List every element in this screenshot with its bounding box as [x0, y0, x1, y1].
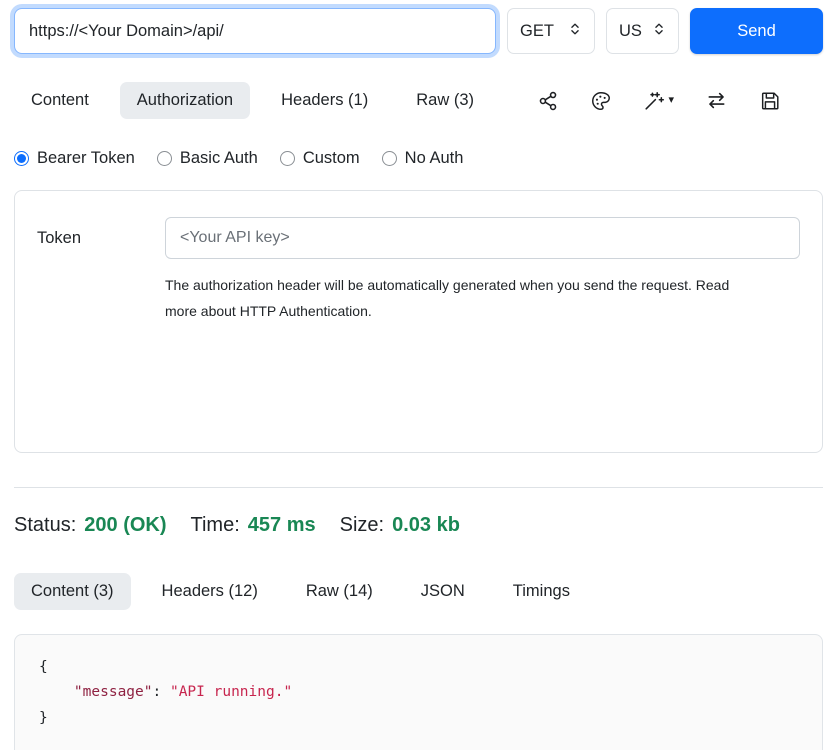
response-tabs: Content (3) Headers (12) Raw (14) JSON T… [14, 573, 823, 610]
time-label: Time: [191, 514, 240, 537]
token-label: Token [37, 229, 165, 248]
status-label: Status: [14, 514, 76, 537]
chevron-expand-icon [652, 22, 666, 41]
response-body: { "message": "API running." } [14, 634, 823, 750]
send-button[interactable]: Send [690, 8, 823, 54]
auth-type-options: Bearer Token Basic Auth Custom No Auth [14, 149, 823, 168]
request-tab-authorization[interactable]: Authorization [120, 82, 250, 119]
request-toolbar: ▾ [537, 89, 823, 112]
json-open-brace: { [39, 659, 48, 675]
url-input[interactable] [14, 8, 496, 54]
method-select[interactable]: GET [507, 8, 595, 54]
auth-option-label: Bearer Token [37, 149, 135, 168]
auth-option-label: Custom [303, 149, 360, 168]
method-select-value: GET [520, 22, 554, 41]
auth-panel: Token The authorization header will be a… [14, 190, 823, 453]
auth-option-bearer-token[interactable]: Bearer Token [14, 149, 135, 168]
auth-help-text: The authorization header will be automat… [165, 273, 765, 325]
size-label: Size: [340, 514, 384, 537]
region-select-value: US [619, 22, 642, 41]
request-tab-content[interactable]: Content [14, 82, 106, 119]
response-tab-content[interactable]: Content (3) [14, 573, 131, 610]
request-tabs-row: Content Authorization Headers (1) Raw (3… [14, 82, 823, 119]
radio-checked-icon [14, 151, 29, 166]
palette-icon[interactable] [590, 90, 612, 112]
swap-arrows-icon[interactable] [705, 89, 728, 112]
token-input[interactable] [165, 217, 800, 259]
status-value: 200 (OK) [84, 514, 166, 537]
json-close-brace: } [39, 710, 48, 726]
request-tabs: Content Authorization Headers (1) Raw (3… [14, 82, 491, 119]
request-tab-headers[interactable]: Headers (1) [264, 82, 385, 119]
radio-unchecked-icon [157, 151, 172, 166]
time-value: 457 ms [248, 514, 316, 537]
auth-option-custom[interactable]: Custom [280, 149, 360, 168]
section-divider [14, 487, 823, 488]
response-tab-timings[interactable]: Timings [496, 573, 587, 610]
json-separator: : [153, 684, 170, 700]
share-icon[interactable] [537, 90, 559, 112]
size-value: 0.03 kb [392, 514, 460, 537]
json-string-value: "API running." [170, 684, 292, 700]
radio-unchecked-icon [382, 151, 397, 166]
response-summary: Status: 200 (OK) Time: 457 ms Size: 0.03… [14, 514, 823, 537]
request-tab-raw[interactable]: Raw (3) [399, 82, 491, 119]
auth-option-label: Basic Auth [180, 149, 258, 168]
region-select[interactable]: US [606, 8, 679, 54]
response-tab-headers[interactable]: Headers (12) [145, 573, 275, 610]
chevron-down-icon: ▾ [668, 95, 674, 106]
json-indent [39, 684, 74, 700]
response-tab-raw[interactable]: Raw (14) [289, 573, 390, 610]
json-key: "message" [74, 684, 153, 700]
request-bar: GET US Send [14, 8, 823, 54]
save-icon[interactable] [759, 90, 781, 112]
auth-option-no-auth[interactable]: No Auth [382, 149, 464, 168]
response-tab-json[interactable]: JSON [404, 573, 482, 610]
magic-wand-icon[interactable]: ▾ [643, 90, 674, 112]
auth-option-label: No Auth [405, 149, 464, 168]
auth-option-basic-auth[interactable]: Basic Auth [157, 149, 258, 168]
radio-unchecked-icon [280, 151, 295, 166]
api-tester-app: GET US Send Content Authorization Header… [0, 0, 837, 750]
chevron-expand-icon [568, 22, 582, 41]
token-row: Token [37, 217, 800, 259]
